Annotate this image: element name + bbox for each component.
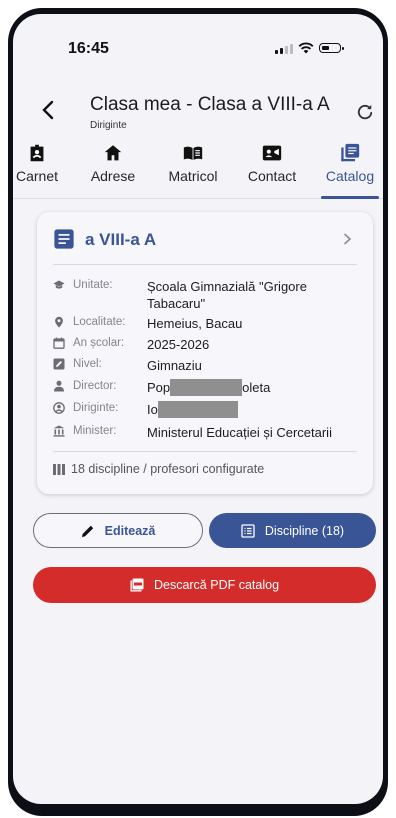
info-value: Ministerul Educației și Cercetarii (147, 425, 332, 440)
tab-label: Carnet (15, 168, 59, 184)
book-icon (183, 146, 203, 160)
info-label: Director: (73, 380, 117, 392)
status-bar: 16:45 (13, 14, 383, 60)
status-icons (275, 42, 344, 54)
redacted-text (157, 401, 238, 418)
contact-card-icon (262, 145, 282, 161)
tab-label: Matricol (168, 168, 218, 184)
tab-label: Contact (247, 168, 297, 184)
signal-icon (275, 43, 293, 54)
chevron-right-icon (343, 233, 352, 245)
back-arrow-icon[interactable] (37, 98, 61, 122)
info-value: Gimnaziu (147, 358, 202, 373)
info-value: Io (147, 401, 357, 418)
refresh-icon[interactable] (355, 102, 375, 122)
page-subtitle: Diriginte (90, 120, 127, 131)
pdf-icon (130, 578, 144, 592)
app-screen: 16:45 Clasa mea - Clasa a VIII-a A Dirig… (13, 14, 383, 804)
home-icon (104, 145, 122, 161)
location-pin-icon (55, 316, 63, 328)
info-value: Hemeius, Bacau (147, 316, 243, 331)
badge-icon (30, 144, 44, 162)
bank-icon (53, 425, 65, 437)
divider (53, 451, 357, 452)
info-label: Localitate: (73, 316, 126, 328)
tab-carnet[interactable]: Carnet (13, 140, 67, 198)
edit-button-label: Editează (104, 523, 156, 538)
graduation-cap-icon (53, 280, 65, 289)
list-alt-icon (241, 523, 255, 538)
director-name-start: Pop (147, 380, 171, 395)
tab-label: Adrese (90, 168, 136, 184)
tab-contact[interactable]: Contact (239, 140, 305, 198)
info-label: Nivel: (73, 358, 102, 370)
download-pdf-label: Descarcă PDF catalog (153, 578, 280, 592)
tab-catalog[interactable]: Catalog (321, 140, 379, 199)
pencil-icon (81, 525, 93, 537)
tab-matricol[interactable]: Matricol (160, 140, 226, 198)
info-value: Școala Gimnazială "Grigore Tabacaru" (147, 279, 307, 311)
director-name-end: oleta (242, 380, 271, 395)
tab-adrese[interactable]: Adrese (83, 140, 143, 198)
catalog-icon (54, 229, 74, 249)
info-value: Pop oleta (147, 379, 357, 396)
app-bar: Clasa mea - Clasa a VIII-a A Diriginte (13, 86, 383, 134)
download-pdf-button[interactable]: Descarcă PDF catalog (33, 567, 376, 603)
battery-icon (319, 43, 344, 53)
disciplines-button-label: Discipline (18) (264, 523, 345, 538)
redacted-text (170, 379, 243, 396)
teacher-name-start: Io (147, 402, 158, 417)
info-value: 2025-2026 (147, 337, 210, 352)
info-label: Unitate: (73, 279, 113, 291)
edit-button[interactable]: Editează (33, 513, 203, 548)
disciplines-button[interactable]: Discipline (18) (209, 513, 376, 548)
disciplines-summary: 18 discipline / profesori configurate (71, 462, 265, 476)
tab-bar: Carnet Adrese Matricol Contact Catalog (13, 140, 383, 199)
wifi-icon (298, 42, 314, 54)
divider (53, 264, 357, 265)
class-card: a VIII-a A Unitate: Școala Gimnazială "G… (37, 212, 373, 494)
info-label: An școlar: (73, 337, 125, 349)
info-label: Minister: (73, 425, 117, 437)
page-title: Clasa mea - Clasa a VIII-a A (90, 94, 330, 115)
columns-icon (53, 464, 65, 475)
class-card-header[interactable]: a VIII-a A (37, 212, 373, 264)
tab-label: Catalog (325, 168, 375, 184)
person-icon (54, 380, 64, 392)
class-name: a VIII-a A (85, 230, 157, 249)
active-tab-indicator (321, 196, 379, 199)
info-label: Diriginte: (73, 402, 119, 414)
calendar-icon (53, 337, 65, 349)
catalog-icon (341, 143, 360, 162)
edit-square-icon (53, 358, 65, 370)
status-time: 16:45 (68, 40, 109, 57)
account-circle-icon (53, 402, 65, 414)
